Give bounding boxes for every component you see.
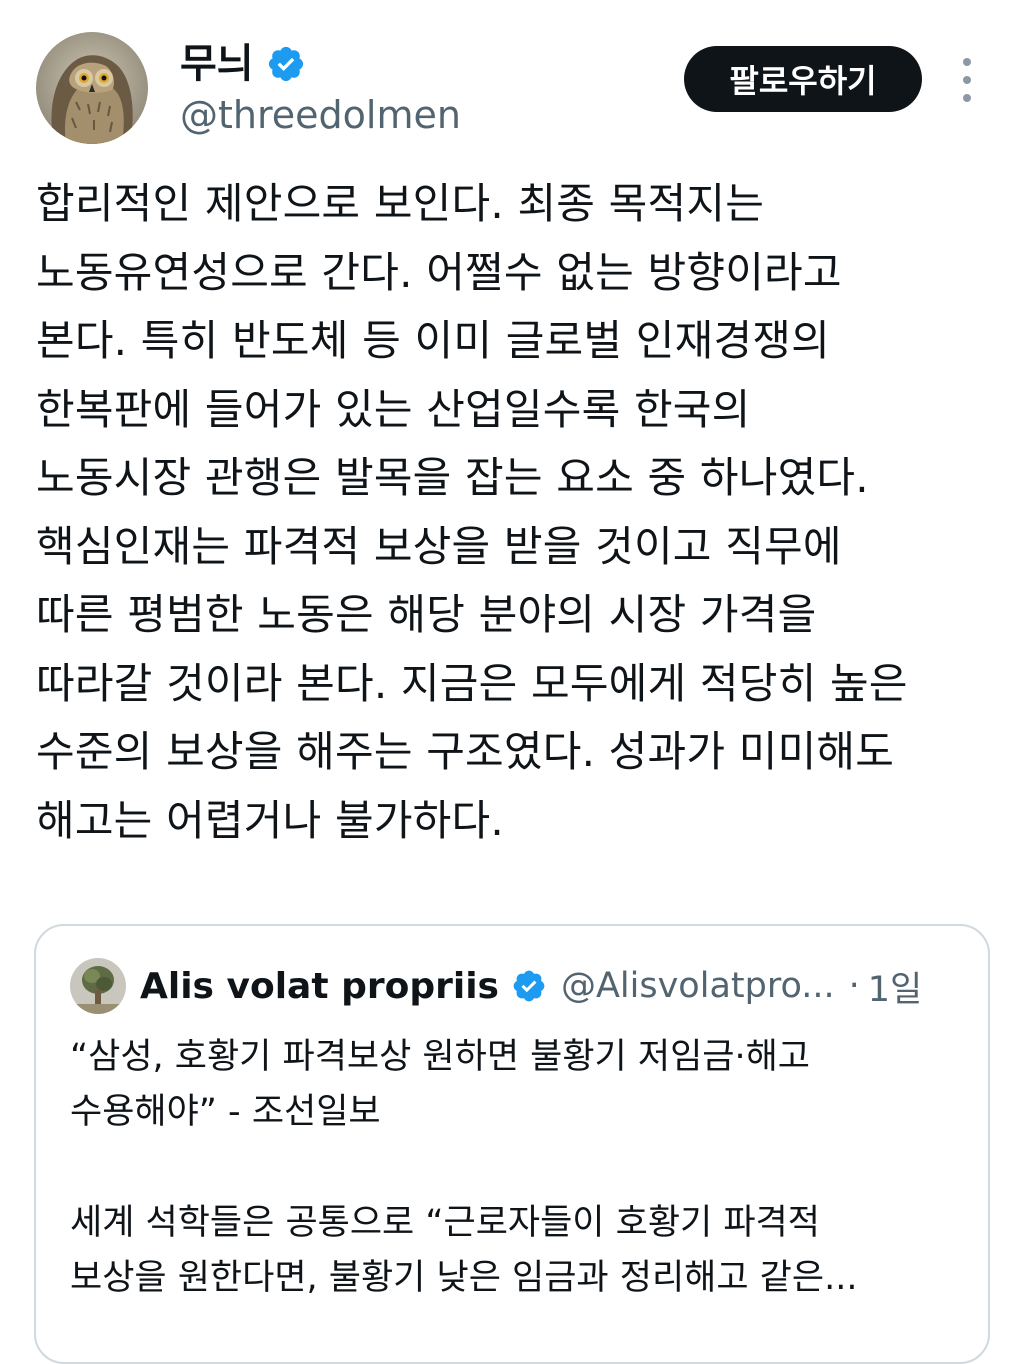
quoted-post-text: “삼성, 호황기 파격보상 원하면 불황기 저임금·해고 수용해야” - 조선일… xyxy=(70,1030,960,1306)
quoted-text-line: 수용해야” - 조선일보 xyxy=(70,1092,381,1132)
author-name[interactable]: 무늬 xyxy=(180,40,254,88)
quoted-post-header: Alis volat propriis @Alisvolatpro... · 1… xyxy=(70,954,922,1018)
post-text-line: 수준의 보상을 해주는 구조였다. 성과가 미미해도 xyxy=(36,727,895,776)
quoted-author-handle[interactable]: @Alisvolatpro... xyxy=(561,966,835,1006)
quoted-author-name[interactable]: Alis volat propriis xyxy=(140,966,499,1007)
tree-avatar-icon xyxy=(70,958,126,1014)
quoted-text-line: 보상을 원한다면, 불황기 낮은 임금과 정리해고 같은... xyxy=(70,1258,858,1298)
owl-avatar-icon xyxy=(36,32,148,144)
post-text-line: 노동유연성으로 간다. 어쩔수 없는 방향이라고 xyxy=(36,247,842,297)
quoted-post-time[interactable]: 1일 xyxy=(868,961,922,1012)
post-text-line: 해고는 어렵거나 불가하다. xyxy=(36,795,504,845)
author-avatar[interactable] xyxy=(36,32,148,144)
author-name-row[interactable]: 무늬 xyxy=(180,40,306,88)
follow-button[interactable]: 팔로우하기 xyxy=(684,46,922,112)
post-text-line: 따라갈 것이라 본다. 지금은 모두에게 적당히 높은 xyxy=(36,658,908,708)
meta-separator: · xyxy=(848,966,860,1006)
post-text-line: 따른 평범한 노동은 해당 분야의 시장 가격을 xyxy=(36,590,817,639)
post-text-line: 노동시장 관행은 발목을 잡는 요소 중 하나였다. xyxy=(36,453,869,502)
post-text-line: 핵심인재는 파격적 보상을 받을 것이고 직무에 xyxy=(36,521,842,571)
post-text-line: 본다. 특히 반도체 등 이미 글로벌 인재경쟁의 xyxy=(36,316,830,365)
quoted-text-line: “삼성, 호황기 파격보상 원하면 불황기 저임금·해고 xyxy=(70,1037,811,1077)
post-container: 무늬 @threedolmen 팔로우하기 합리적인 제안으로 보인다. 최종 … xyxy=(0,0,1024,1364)
more-dot xyxy=(963,76,971,84)
more-dot xyxy=(963,58,971,66)
post-text-line: 한복판에 들어가 있는 산업일수록 한국의 xyxy=(36,384,751,434)
quoted-author-avatar[interactable] xyxy=(70,958,126,1014)
author-handle[interactable]: @threedolmen xyxy=(180,92,461,138)
quoted-text-line: 세계 석학들은 공통으로 “근로자들이 호황기 파격적 xyxy=(70,1203,820,1243)
quoted-post-card[interactable]: Alis volat propriis @Alisvolatpro... · 1… xyxy=(34,924,990,1364)
verified-badge-icon xyxy=(513,970,545,1002)
more-dot xyxy=(963,94,971,102)
more-options-icon[interactable] xyxy=(950,58,984,102)
post-text: 합리적인 제안으로 보인다. 최종 목적지는 노동유연성으로 간다. 어쩔수 없… xyxy=(36,170,996,855)
post-text-line: 합리적인 제안으로 보인다. 최종 목적지는 xyxy=(36,179,765,228)
verified-badge-icon xyxy=(268,46,303,82)
